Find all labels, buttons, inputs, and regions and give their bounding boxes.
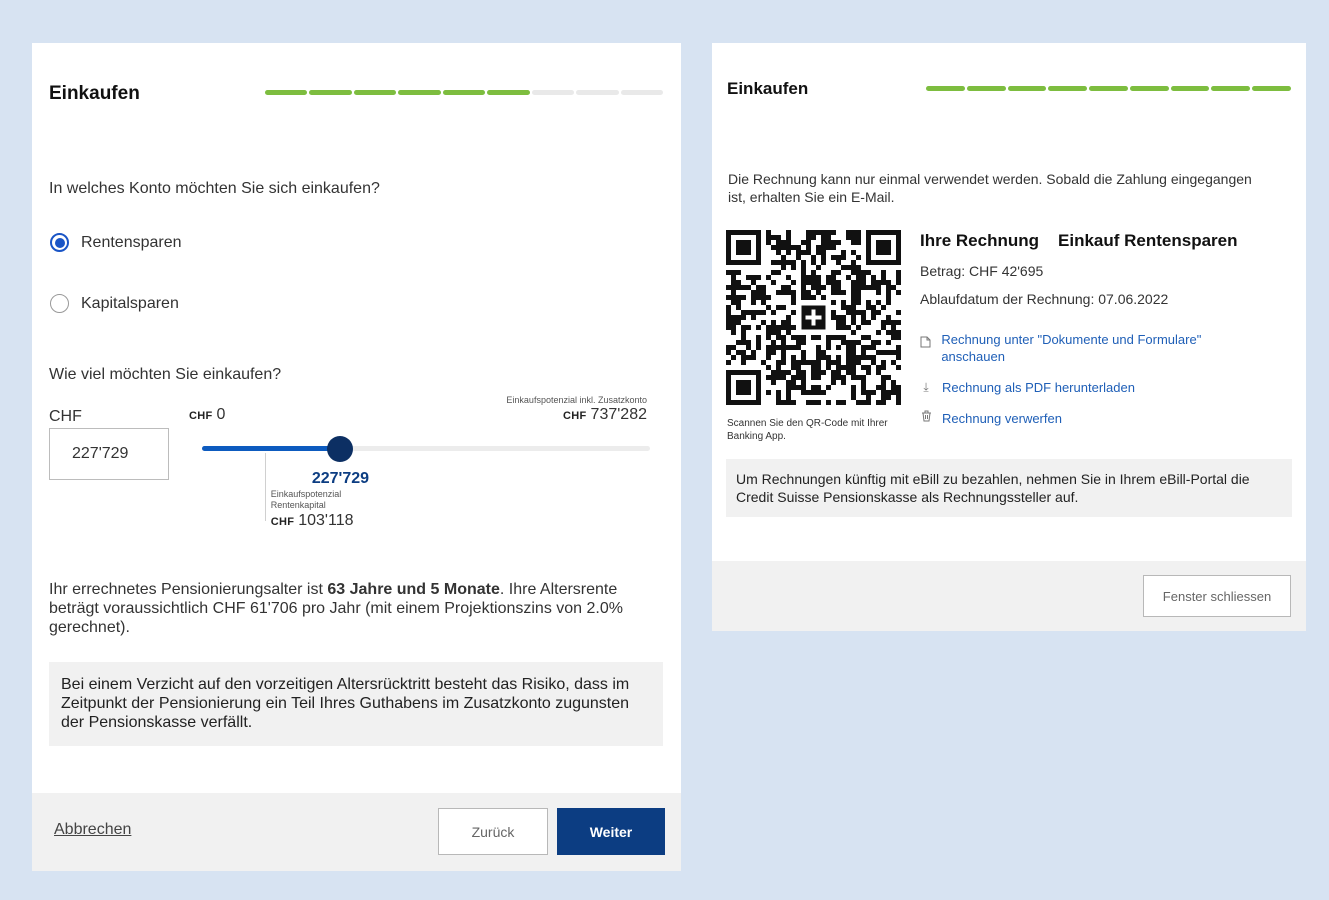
marker-caption: Einkaufspotenzial: [270, 489, 342, 499]
slider-thumb[interactable]: [327, 436, 354, 462]
progress-segment: [442, 90, 486, 95]
invoice-dialog: Einkaufen Die Rechnung kann nur einmal v…: [712, 43, 1306, 631]
progress-segment: [1089, 86, 1128, 91]
radio-unselected-icon[interactable]: [50, 294, 69, 313]
invoice-amount: Betrag: CHF 42'695: [920, 263, 1044, 279]
qr-code-icon: [726, 230, 901, 405]
invoice-expiry: Ablaufdatum der Rechnung: 07.06.2022: [920, 291, 1169, 307]
qr-caption: Scannen Sie den QR-Code mit Ihrer Bankin…: [727, 418, 888, 442]
dialog-title: Einkaufen: [727, 79, 809, 98]
progress-segment: [1007, 86, 1047, 91]
risk-note: Bei einem Verzicht auf den vorzeitigen A…: [49, 662, 663, 746]
progress-segment: [1170, 86, 1210, 91]
progress-segment: [353, 90, 397, 95]
download-icon: ⤓: [923, 380, 929, 394]
progress-segment: [398, 90, 441, 95]
dialog-title: Einkaufen: [49, 83, 140, 104]
progress-segment: [487, 90, 530, 95]
marker-label: CHF 103'118: [270, 512, 354, 529]
progress-segment: [265, 90, 308, 95]
option-label: Kapitalsparen: [81, 294, 179, 312]
progress-segment: [1252, 86, 1292, 91]
amount-input[interactable]: [49, 428, 169, 480]
next-button[interactable]: Weiter: [557, 808, 665, 855]
trash-icon: [920, 410, 932, 427]
option-kapitalsparen[interactable]: Kapitalsparen: [50, 294, 179, 313]
radio-selected-icon[interactable]: [50, 233, 69, 252]
progress-segment: [620, 90, 663, 95]
progress-segment: [966, 86, 1006, 91]
potential-marker: Einkaufspotenzial Rentenkapital CHF 103'1…: [271, 489, 354, 530]
slider-value-label: 227'729: [311, 470, 370, 487]
option-rentensparen[interactable]: Rentensparen: [50, 233, 182, 252]
step-progress-bar: [926, 86, 1292, 91]
retirement-result-text: Ihr errechnetes Pensionierungsalter ist …: [49, 581, 623, 636]
progress-segment: [1048, 86, 1088, 91]
dialog-footer: Abbrechen Zurück Weiter: [32, 793, 681, 871]
progress-segment: [309, 90, 352, 95]
progress-segment: [926, 86, 965, 91]
back-button[interactable]: Zurück: [438, 808, 548, 855]
currency-label: CHF: [49, 408, 82, 425]
invoice-heading: Ihre Rechnung Einkauf Rentensparen: [920, 231, 1238, 250]
slider-max-label: CHF 737'282: [563, 406, 647, 423]
download-invoice-pdf-link[interactable]: ⤓ Rechnung als PDF herunterladen: [920, 379, 1135, 396]
discard-invoice-link[interactable]: Rechnung verwerfen: [920, 410, 1062, 427]
cancel-link[interactable]: Abbrechen: [54, 821, 131, 839]
ebill-note: Um Rechnungen künftig mit eBill zu bezah…: [726, 459, 1292, 517]
close-window-button[interactable]: Fenster schliessen: [1143, 575, 1291, 617]
slider-fill: [202, 446, 341, 451]
account-question: In welches Konto möchten Sie sich einkau…: [49, 180, 380, 197]
progress-segment: [1211, 86, 1251, 91]
option-label: Rentensparen: [81, 233, 182, 251]
purchase-amount-dialog: Einkaufen In welches Konto möchten Sie s…: [32, 43, 681, 871]
view-invoice-documents-link[interactable]: Rechnung unter "Dokumente und Formulare"…: [920, 331, 1250, 365]
document-icon: [920, 336, 931, 353]
marker-caption: Rentenkapital: [270, 500, 326, 510]
amount-question: Wie viel möchten Sie einkaufen?: [49, 366, 282, 383]
progress-segment: [1129, 86, 1169, 91]
progress-segment: [531, 90, 575, 95]
slider-min-label: CHF 0: [189, 406, 226, 423]
potential-marker-line: [264, 453, 266, 521]
step-progress-bar: [265, 90, 663, 95]
dialog-footer: Fenster schliessen: [712, 561, 1306, 631]
slider-max-caption: Einkaufspotenzial inkl. Zusatzkonto: [506, 395, 647, 405]
progress-segment: [576, 90, 619, 95]
invoice-info-text: Die Rechnung kann nur einmal verwendet w…: [728, 171, 1252, 205]
